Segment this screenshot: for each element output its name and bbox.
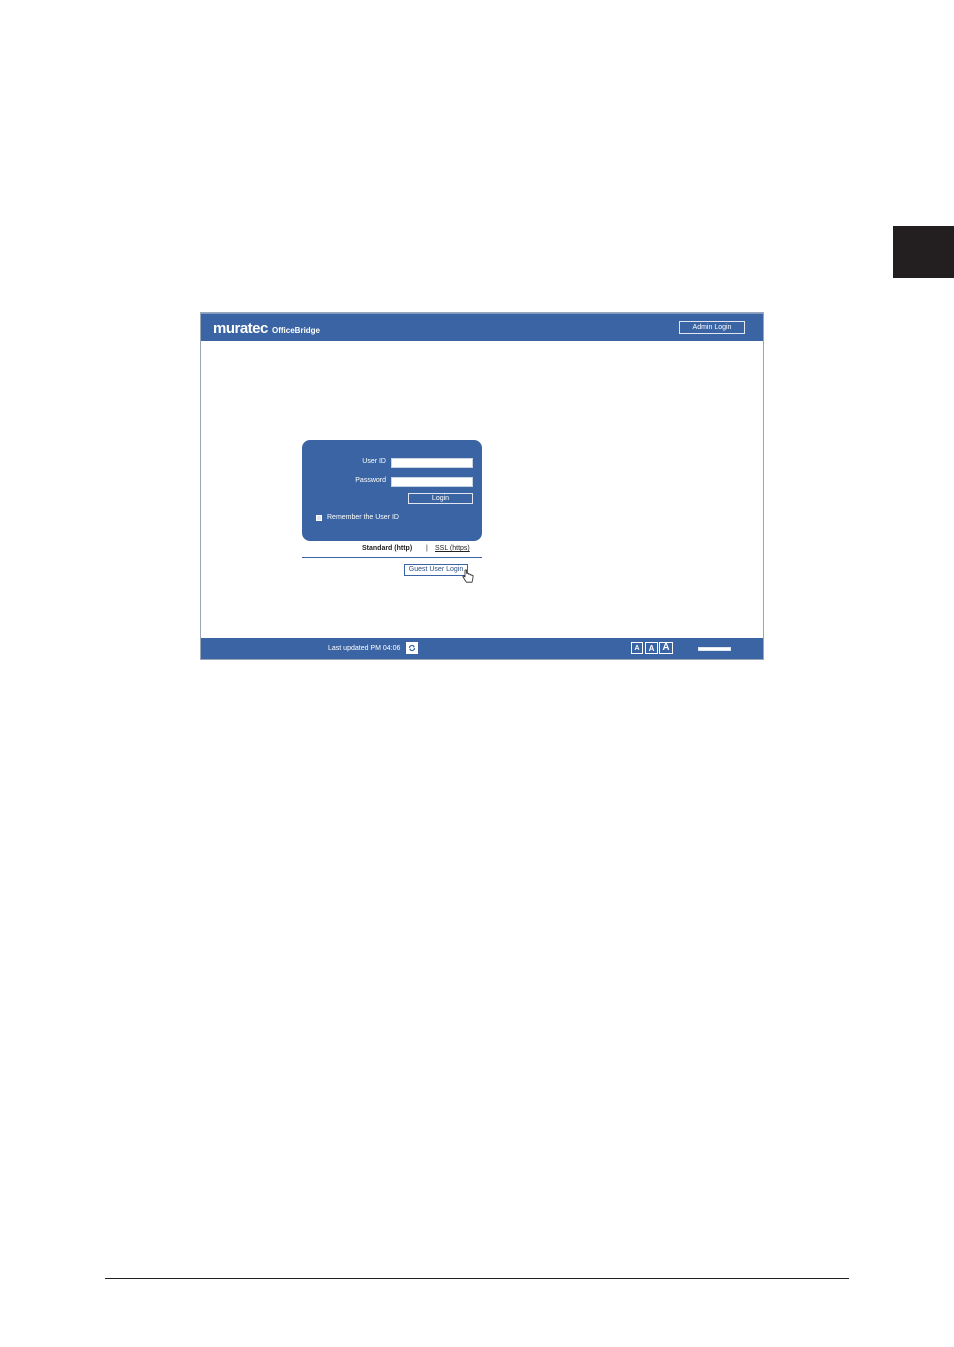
browser-screenshot: muratec OfficeBridge Admin Login User ID…: [200, 312, 764, 660]
remember-user-id-checkbox[interactable]: [316, 515, 322, 521]
guest-user-login-button[interactable]: Guest User Login: [404, 564, 468, 576]
login-button[interactable]: Login: [408, 493, 473, 504]
protocol-separator: |: [426, 545, 428, 552]
chapter-tab: [893, 226, 954, 278]
hand-pointer-icon: [462, 569, 474, 583]
last-updated-text: Last updated PM 04:06: [328, 645, 401, 652]
protocol-selector: Standard (http) | SSL (https): [302, 545, 482, 557]
standard-http-option[interactable]: Standard (http): [362, 545, 412, 552]
password-field[interactable]: [391, 477, 473, 487]
font-size-large-button[interactable]: A: [659, 642, 673, 654]
font-size-small-button[interactable]: A: [631, 642, 643, 654]
remember-user-id-label: Remember the User ID: [327, 514, 399, 521]
ssl-https-link[interactable]: SSL (https): [435, 545, 470, 552]
product-name: OfficeBridge: [272, 326, 320, 335]
user-id-label: User ID: [362, 458, 386, 465]
muratec-logo: muratec: [213, 320, 268, 337]
font-size-medium-button[interactable]: A: [645, 642, 658, 654]
protocol-divider: [302, 557, 482, 558]
footer-status-bar: [698, 647, 731, 651]
app-footer: Last updated PM 04:06 A A A: [201, 638, 763, 659]
admin-login-button[interactable]: Admin Login: [679, 321, 745, 334]
product-prefix: Office: [272, 326, 295, 335]
app-header: muratec OfficeBridge Admin Login: [201, 313, 763, 341]
password-label: Password: [355, 477, 386, 484]
user-id-field[interactable]: [391, 458, 473, 468]
header-topline: [201, 313, 763, 314]
product-suffix: Bridge: [294, 326, 321, 335]
refresh-icon[interactable]: [406, 642, 418, 654]
login-panel: User ID Password Login Remember the User…: [302, 440, 482, 541]
page-footer-rule: [105, 1278, 849, 1279]
